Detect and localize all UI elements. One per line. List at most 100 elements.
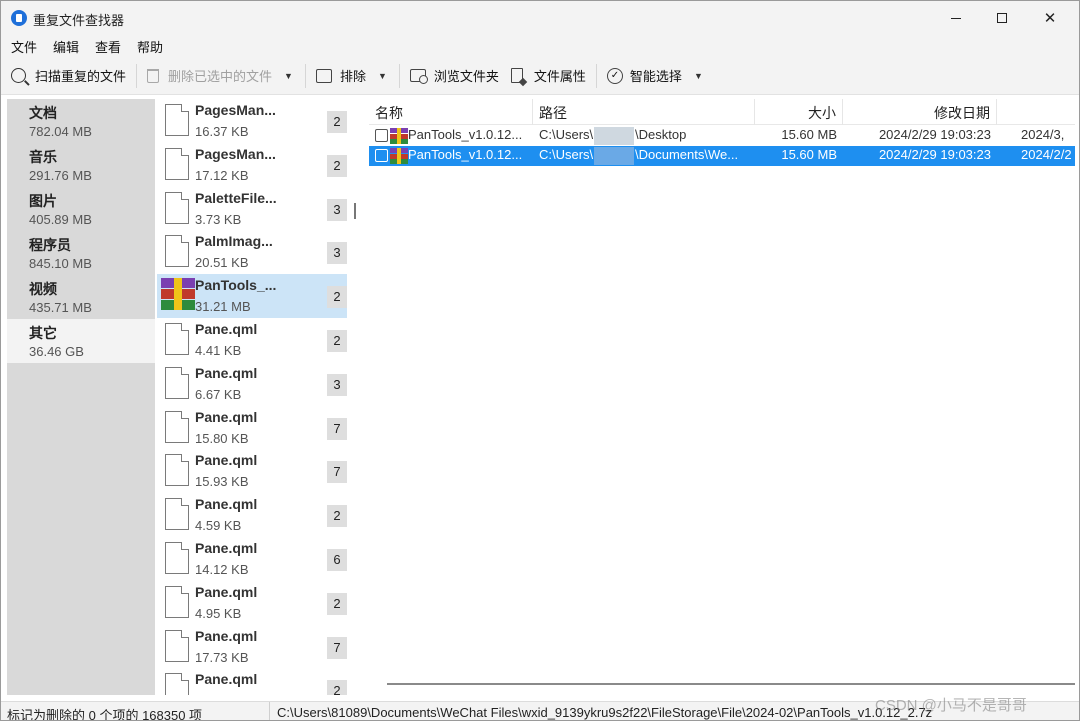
category-item-videos[interactable]: 视频 435.71 MB xyxy=(7,275,155,319)
group-count-badge: 2 xyxy=(327,154,347,177)
row-modified: 2024/2/29 19:03:23 xyxy=(878,147,991,162)
file-icon xyxy=(165,322,189,355)
category-item-programs[interactable]: 程序员 845.10 MB xyxy=(7,231,155,275)
menu-file[interactable]: 文件 xyxy=(11,37,37,56)
group-file-size: 4.95 KB xyxy=(195,605,242,621)
splitter-handle[interactable] xyxy=(354,203,356,219)
file-icon xyxy=(165,366,189,399)
category-name: 音乐 xyxy=(29,149,57,165)
list-item[interactable]: Pane.qml 6.67 KB 3 xyxy=(157,362,347,406)
horizontal-scrollbar[interactable] xyxy=(387,683,1075,685)
check-circle-icon: ✓ xyxy=(606,67,623,84)
group-file-size: 3.73 KB xyxy=(195,211,242,227)
file-icon xyxy=(165,629,189,662)
redacted-username xyxy=(594,127,634,145)
group-file-name: Pane.qml xyxy=(195,671,258,688)
group-file-name: Pane.qml xyxy=(195,364,258,381)
exclude-label: 排除 xyxy=(339,69,366,84)
close-icon: ✕ xyxy=(1043,10,1057,27)
close-button[interactable]: ✕ xyxy=(1027,1,1073,35)
rar-archive-icon xyxy=(390,128,408,144)
minimize-icon xyxy=(951,17,961,19)
menu-view[interactable]: 查看 xyxy=(95,37,121,56)
list-item[interactable]: Pane.qml 4.95 KB 2 xyxy=(157,581,347,625)
column-header-name[interactable]: 名称 xyxy=(369,99,533,125)
redacted-username xyxy=(594,147,634,165)
row-checkbox[interactable] xyxy=(375,129,388,142)
list-item[interactable]: Pane.qml 4.41 KB 2 xyxy=(157,318,347,362)
file-icon xyxy=(165,673,189,695)
list-item[interactable]: Pane.qml 17.73 KB 7 xyxy=(157,625,347,669)
group-file-size: 17.12 KB xyxy=(195,167,249,183)
table-row[interactable]: PanTools_v1.0.12... C:\Users\ \Desktop 1… xyxy=(369,126,1075,146)
maximize-icon xyxy=(997,13,1007,23)
toolbar-separator xyxy=(136,63,138,88)
category-item-documents[interactable]: 文档 782.04 MB xyxy=(7,99,155,143)
category-name: 其它 xyxy=(29,325,57,341)
group-count-badge: 2 xyxy=(327,329,347,352)
group-file-name: Pane.qml xyxy=(195,627,258,644)
column-header-size[interactable]: 大小 xyxy=(755,99,843,125)
scan-button[interactable]: 扫描重复的文件 xyxy=(5,62,132,90)
group-file-size: 4.41 KB xyxy=(195,342,242,358)
toolbar-separator xyxy=(304,63,306,88)
column-header-extra[interactable] xyxy=(997,99,1075,125)
app-logo-icon xyxy=(11,10,27,26)
list-item[interactable]: Pane.qml 15.93 KB 7 xyxy=(157,449,347,493)
smart-select-dropdown-button[interactable]: ▼ xyxy=(688,71,711,81)
file-properties-button[interactable]: 文件属性 xyxy=(505,62,592,90)
row-size: 15.60 MB xyxy=(781,127,837,142)
list-item[interactable]: Pane.qml 4.59 KB 2 xyxy=(157,493,347,537)
group-file-name: PaletteFile... xyxy=(195,189,277,206)
group-count-badge: 2 xyxy=(327,592,347,615)
group-count-badge: 3 xyxy=(327,198,347,221)
category-item-other[interactable]: 其它 36.46 GB xyxy=(7,319,155,363)
group-count-badge: 2 xyxy=(327,286,347,309)
menu-edit[interactable]: 编辑 xyxy=(53,37,79,56)
menu-help[interactable]: 帮助 xyxy=(137,37,163,56)
group-file-name: Pane.qml xyxy=(195,452,258,469)
list-item[interactable]: Pane.qml 14.12 KB 6 xyxy=(157,537,347,581)
list-item[interactable]: Pane.qml 15.80 KB 7 xyxy=(157,406,347,450)
category-item-pictures[interactable]: 图片 405.89 MB xyxy=(7,187,155,231)
group-count-badge: 6 xyxy=(327,548,347,571)
group-file-size: 31.21 MB xyxy=(195,299,251,315)
toolbar: 扫描重复的文件 删除已选中的文件 ▼ 排除 ▼ 浏览文件夹 文件属性 ✓ 智能选… xyxy=(1,57,1079,95)
category-item-music[interactable]: 音乐 291.76 MB xyxy=(7,143,155,187)
folder-search-icon xyxy=(409,69,428,84)
group-file-size: 20.51 KB xyxy=(195,255,249,271)
list-item[interactable]: PalmImag... 20.51 KB 3 xyxy=(157,230,347,274)
file-icon xyxy=(165,454,189,487)
minimize-button[interactable] xyxy=(933,1,979,35)
group-file-name: Pane.qml xyxy=(195,539,258,556)
category-size: 36.46 GB xyxy=(29,344,84,359)
group-count-badge: 7 xyxy=(327,461,347,484)
smart-select-button[interactable]: ✓ 智能选择 xyxy=(601,62,688,90)
category-size: 435.71 MB xyxy=(29,300,92,315)
document-properties-icon xyxy=(510,68,523,83)
file-properties-label: 文件属性 xyxy=(533,69,586,84)
column-header-path[interactable]: 路径 xyxy=(533,99,755,125)
app-window: 重复文件查找器 ✕ 文件 编辑 查看 帮助 扫描重复的文件 删除已选中的文件 ▼… xyxy=(0,0,1080,721)
list-item[interactable]: PaletteFile... 3.73 KB 3 xyxy=(157,187,347,231)
status-file-path: C:\Users\81089\Documents\WeChat Files\wx… xyxy=(277,705,933,720)
column-header-modified[interactable]: 修改日期 xyxy=(843,99,997,125)
group-file-size: 15.93 KB xyxy=(195,474,249,490)
list-item[interactable]: PagesMan... 16.37 KB 2 xyxy=(157,99,347,143)
delete-dropdown-button[interactable]: ▼ xyxy=(278,71,301,81)
list-item[interactable]: Pane.qml 2 xyxy=(157,668,347,695)
group-file-name: Pane.qml xyxy=(195,408,258,425)
group-file-name: PalmImag... xyxy=(195,233,273,250)
exclude-button[interactable]: 排除 xyxy=(310,62,372,90)
list-item-selected[interactable]: PanTools_... 31.21 MB 2 xyxy=(157,274,347,318)
maximize-button[interactable] xyxy=(979,1,1025,35)
row-path-suffix: \Documents\We... xyxy=(635,147,739,162)
delete-selected-button[interactable]: 删除已选中的文件 xyxy=(141,62,278,90)
row-checkbox[interactable] xyxy=(375,149,388,162)
exclude-dropdown-button[interactable]: ▼ xyxy=(372,71,395,81)
list-item[interactable]: PagesMan... 17.12 KB 2 xyxy=(157,143,347,187)
rar-archive-icon xyxy=(390,148,408,164)
row-file-name: PanTools_v1.0.12... xyxy=(408,127,523,142)
table-row-selected[interactable]: PanTools_v1.0.12... C:\Users\ \Documents… xyxy=(369,146,1075,166)
browse-folder-button[interactable]: 浏览文件夹 xyxy=(404,62,505,90)
